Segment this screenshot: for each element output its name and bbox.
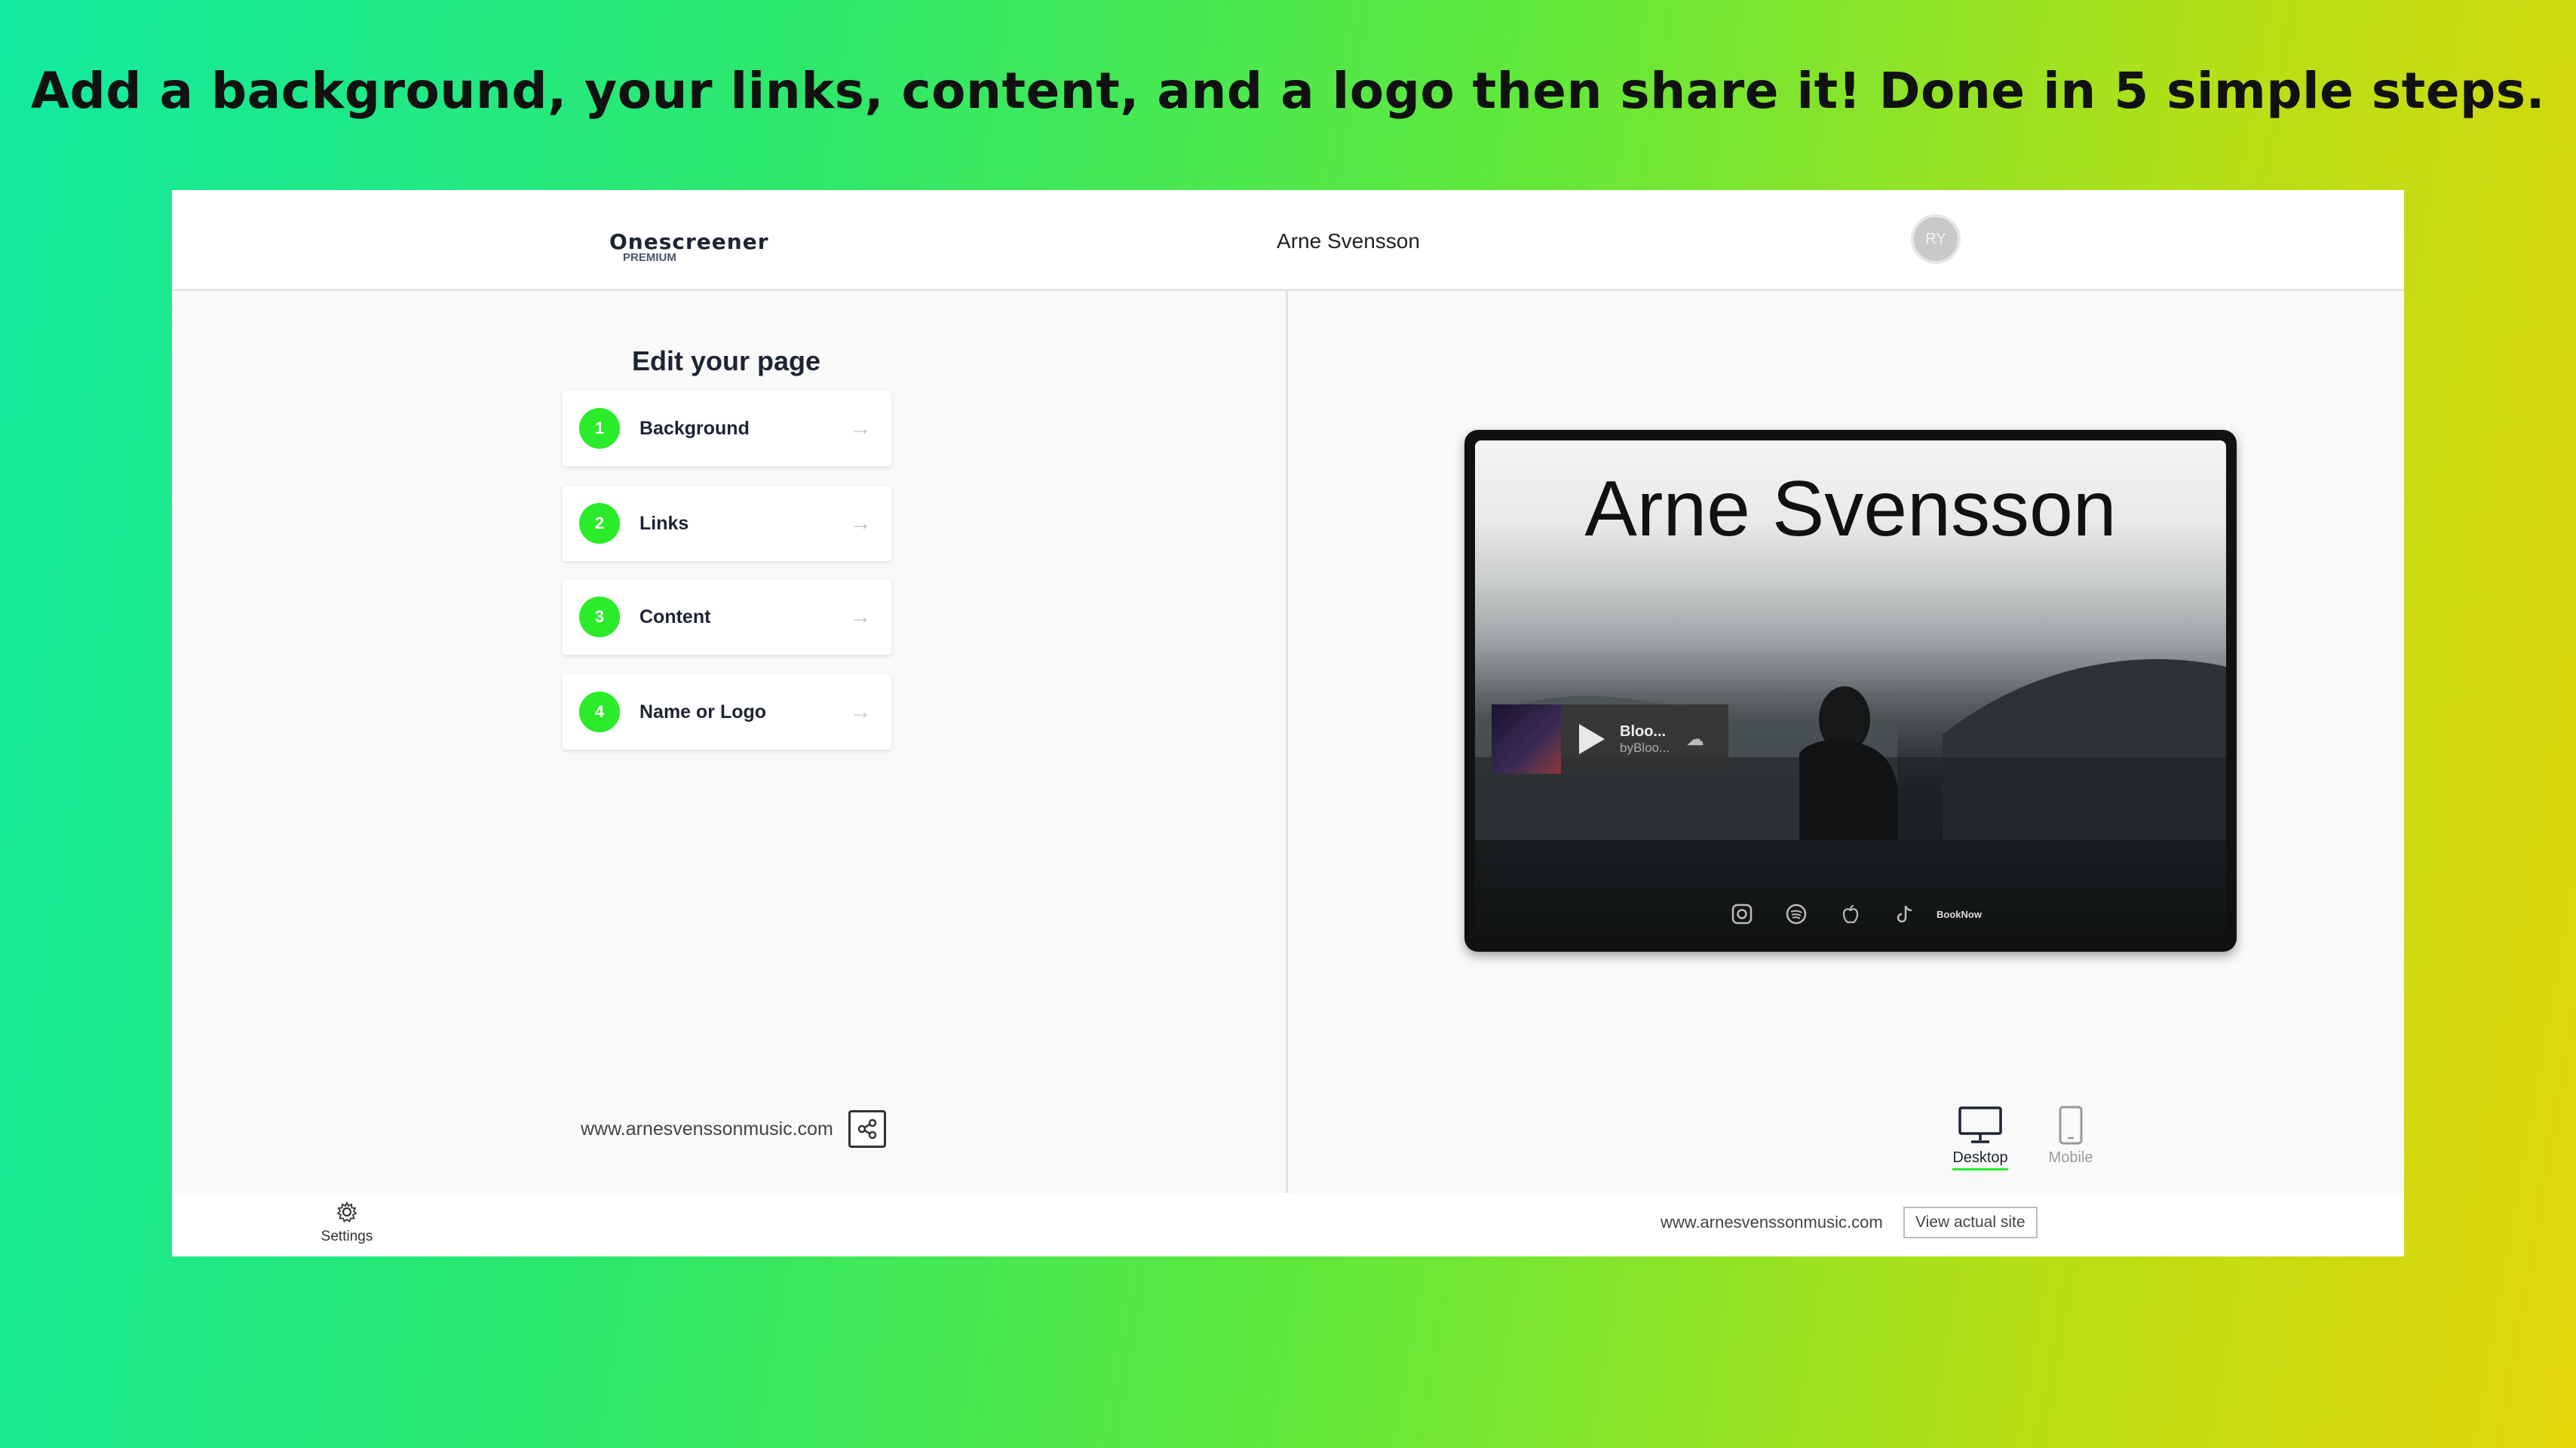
desktop-icon: [1958, 1106, 2002, 1143]
step-label: Links: [639, 512, 689, 534]
site-name: Arne Svensson: [1277, 229, 1420, 253]
apple-icon[interactable]: [1838, 902, 1863, 926]
view-actual-site-button[interactable]: View actual site: [1903, 1207, 2038, 1238]
step-label: Background: [639, 417, 750, 439]
step-name-or-logo[interactable]: 4 Name or Logo →: [563, 674, 891, 750]
top-bar: Onescreener PREMIUM Arne Svensson RY: [172, 190, 2404, 291]
gear-icon: [336, 1201, 357, 1223]
step-number: 4: [579, 692, 620, 732]
page-headline: Add a background, your links, content, a…: [30, 62, 2546, 120]
book-now-link[interactable]: Book Now: [1937, 902, 1982, 926]
bottom-site-url[interactable]: www.arnesvenssonmusic.com: [1661, 1213, 1883, 1232]
album-art: [1492, 704, 1561, 774]
mobile-toggle[interactable]: Mobile: [2039, 1106, 2102, 1170]
desktop-toggle[interactable]: Desktop: [1949, 1106, 2012, 1170]
mobile-label: Mobile: [2048, 1149, 2093, 1166]
desktop-preview[interactable]: Arne Svensson Bloo... byBloo... ☁ Book N…: [1464, 430, 2237, 952]
settings-label: Settings: [320, 1229, 373, 1244]
preview-screen: Arne Svensson Bloo... byBloo... ☁ Book N…: [1475, 440, 2226, 941]
step-label: Name or Logo: [639, 701, 767, 722]
social-links: Book Now: [1475, 902, 2226, 926]
soundcloud-icon: ☁: [1686, 729, 1705, 750]
step-label: Content: [639, 606, 711, 627]
share-button[interactable]: [848, 1110, 886, 1148]
site-url[interactable]: www.arnesvenssonmusic.com: [581, 1118, 833, 1140]
tiktok-icon[interactable]: [1893, 902, 1917, 926]
preview-title: Arne Svensson: [1584, 465, 2117, 553]
site-url-row: www.arnesvenssonmusic.com: [581, 1110, 886, 1148]
settings-button[interactable]: Settings: [315, 1201, 379, 1245]
step-links[interactable]: 2 Links →: [563, 486, 891, 561]
book-now-label-2: Now: [1961, 908, 1982, 920]
bottom-bar: Settings www.arnesvenssonmusic.com View …: [172, 1193, 2404, 1256]
spotify-icon[interactable]: [1784, 902, 1808, 926]
mobile-icon: [2059, 1106, 2083, 1145]
editor-title: Edit your page: [631, 345, 821, 376]
player-info: Bloo... byBloo...: [1620, 723, 1670, 756]
share-icon: [857, 1118, 877, 1140]
book-now-label: Book: [1937, 908, 1961, 920]
device-switch: Desktop Mobile: [1949, 1106, 2102, 1170]
desktop-label: Desktop: [1952, 1149, 2008, 1170]
step-background[interactable]: 1 Background →: [563, 391, 891, 466]
track-artist: byBloo...: [1620, 740, 1670, 755]
track-title: Bloo...: [1620, 722, 1667, 740]
instagram-icon[interactable]: [1730, 902, 1754, 926]
step-number: 2: [579, 503, 620, 544]
arrow-right-icon: →: [849, 511, 872, 535]
arrow-right-icon: →: [849, 416, 872, 440]
app-window: Onescreener PREMIUM Arne Svensson RY Edi…: [172, 190, 2404, 1256]
step-number: 3: [579, 597, 620, 637]
avatar[interactable]: RY: [1911, 214, 1961, 264]
arrow-right-icon: →: [849, 604, 872, 629]
brand-logo[interactable]: Onescreener PREMIUM: [609, 229, 769, 264]
play-icon[interactable]: [1579, 724, 1605, 754]
arrow-right-icon: →: [849, 699, 872, 724]
music-player[interactable]: Bloo... byBloo... ☁: [1492, 704, 1728, 774]
step-number: 1: [579, 408, 620, 449]
editor-panel: Edit your page 1 Background → 2 Links → …: [172, 291, 1288, 1193]
step-content[interactable]: 3 Content →: [563, 579, 891, 655]
preview-panel: Arne Svensson Bloo... byBloo... ☁ Book N…: [1288, 291, 2404, 1193]
